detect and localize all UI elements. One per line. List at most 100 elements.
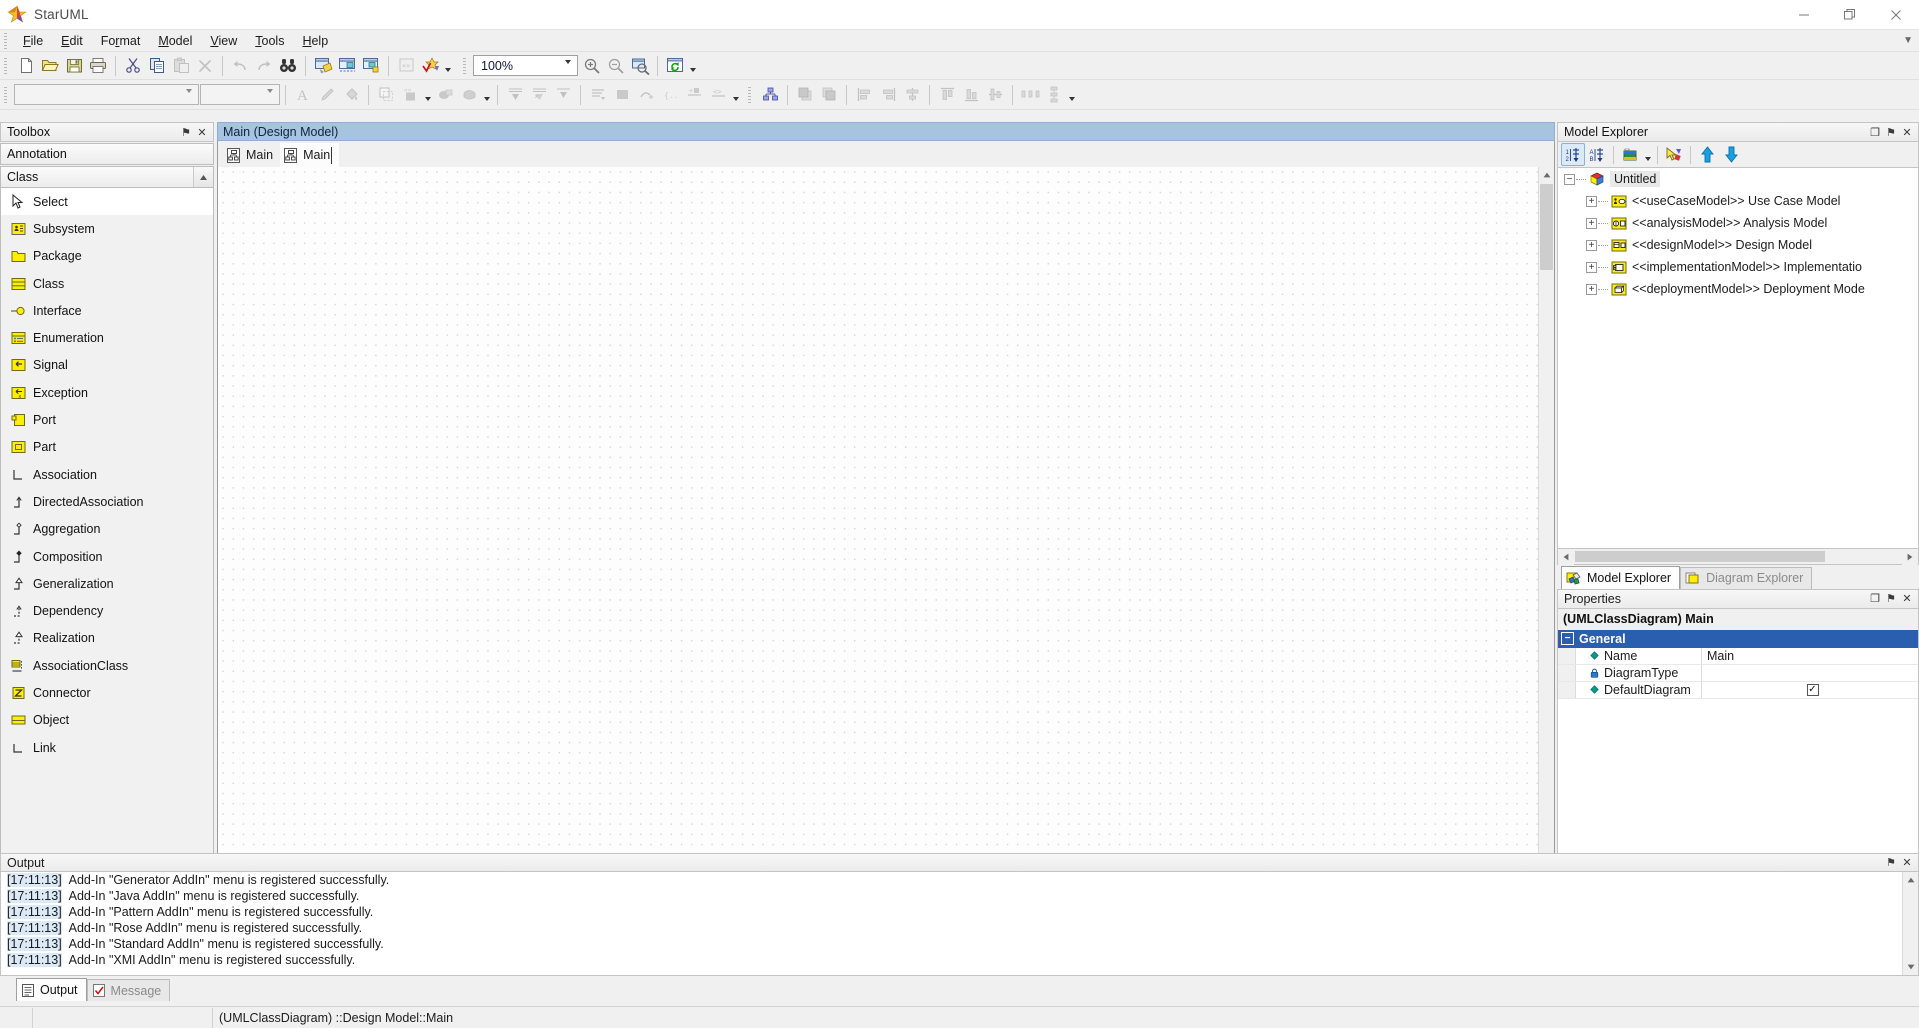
properties-row-defaultdiagram[interactable]: DefaultDiagram ✓	[1558, 682, 1918, 699]
format-dropdown-icon[interactable]	[730, 83, 741, 106]
format-toolbar-gripper[interactable]	[2, 87, 11, 103]
show-signature-icon[interactable]	[634, 83, 658, 106]
maximize-button[interactable]	[1827, 0, 1873, 30]
pin-icon[interactable]: ⚑	[179, 124, 193, 140]
pin-icon[interactable]: ⚑	[1884, 124, 1898, 140]
undo-icon[interactable]	[228, 54, 252, 77]
stereotype-dropdown-icon[interactable]	[422, 83, 433, 106]
font-color-icon[interactable]: A	[291, 83, 315, 106]
menu-edit[interactable]: Edit	[52, 31, 92, 51]
toolbox-item-link[interactable]: Link	[1, 734, 213, 761]
property-value-cell[interactable]	[1701, 665, 1918, 681]
output-log[interactable]: [17:11:13] Add-In "Generator AddIn" menu…	[0, 872, 1919, 976]
zoom-combo[interactable]: 100%	[473, 55, 578, 76]
validate-icon[interactable]	[418, 54, 442, 77]
toolbox-item-select[interactable]: Select	[1, 188, 213, 215]
tab-model-explorer[interactable]: Model Explorer	[1561, 566, 1680, 589]
toolbox-item-connector[interactable]: Connector	[1, 679, 213, 706]
align-top-icon[interactable]	[935, 83, 959, 106]
menu-model[interactable]: Model	[149, 31, 201, 51]
show-compartment-icon[interactable]	[610, 83, 634, 106]
toolbox-item-class[interactable]: Class	[1, 270, 213, 297]
fill-color-icon[interactable]	[339, 83, 363, 106]
diagram-canvas[interactable]	[218, 167, 1538, 954]
toolbox-group-annotation[interactable]: Annotation	[0, 143, 214, 165]
toolbox-item-subsystem[interactable]: Subsystem	[1, 215, 213, 242]
refresh-dropdown-icon[interactable]	[687, 54, 698, 77]
redo-icon[interactable]	[252, 54, 276, 77]
output-vertical-scrollbar[interactable]	[1902, 872, 1918, 975]
bring-to-front-icon[interactable]	[793, 83, 817, 106]
show-namespace-icon[interactable]	[586, 83, 610, 106]
properties-category-general[interactable]: − General	[1558, 630, 1918, 648]
sort-alphabetically-icon[interactable]: AB	[1585, 143, 1609, 166]
scroll-right-icon[interactable]	[1902, 549, 1918, 565]
scroll-left-icon[interactable]	[1558, 549, 1574, 565]
toolbox-item-association[interactable]: Association	[1, 461, 213, 488]
property-value-cell[interactable]: Main	[1701, 648, 1918, 664]
validate-dropdown-icon[interactable]	[442, 54, 453, 77]
restore-icon[interactable]: ❐	[1868, 124, 1882, 140]
chevron-up-icon[interactable]	[193, 167, 213, 187]
line-color-icon[interactable]	[315, 83, 339, 106]
properties-row-diagramtype[interactable]: DiagramType	[1558, 665, 1918, 682]
toolbox-item-composition[interactable]: Composition	[1, 543, 213, 570]
paste-icon[interactable]	[169, 54, 193, 77]
toolbox-item-port[interactable]: Port	[1, 406, 213, 433]
tree-node-design-model[interactable]: + <<designModel>> Design Model	[1558, 234, 1918, 256]
toolbox-item-interface[interactable]: Interface	[1, 297, 213, 324]
chevron-down-icon[interactable]	[186, 93, 192, 107]
open-file-icon[interactable]	[38, 54, 62, 77]
show-visibility-icon[interactable]	[457, 83, 481, 106]
zoom-fit-icon[interactable]	[628, 54, 652, 77]
scroll-up-icon[interactable]	[1903, 872, 1919, 888]
copy-icon[interactable]	[145, 54, 169, 77]
expand-toggle-icon[interactable]: +	[1586, 218, 1597, 229]
toolbox-item-package[interactable]: Package	[1, 243, 213, 270]
suppress-operations-icon[interactable]: x	[527, 83, 551, 106]
space-vertically-icon[interactable]	[1042, 83, 1066, 106]
toolbox-item-part[interactable]: Part	[1, 434, 213, 461]
toolbox-item-directedassociation[interactable]: DirectedAssociation	[1, 488, 213, 515]
collapse-toggle-icon[interactable]: −	[1564, 174, 1575, 185]
toolbox-item-object[interactable]: Object	[1, 707, 213, 734]
close-icon[interactable]: ✕	[1900, 855, 1914, 871]
toolbox-item-signal[interactable]: Signal	[1, 352, 213, 379]
menu-tools[interactable]: Tools	[246, 31, 293, 51]
property-value-cell[interactable]: ✓	[1701, 682, 1918, 698]
cut-icon[interactable]	[121, 54, 145, 77]
find-icon[interactable]	[276, 54, 300, 77]
properties-row-name[interactable]: Name Main	[1558, 648, 1918, 665]
send-to-back-icon[interactable]	[817, 83, 841, 106]
close-icon[interactable]: ✕	[1900, 591, 1914, 607]
close-icon[interactable]: ✕	[1900, 124, 1914, 140]
scroll-up-icon[interactable]	[1539, 167, 1555, 183]
toolbox-item-aggregation[interactable]: Aggregation	[1, 516, 213, 543]
tab-message[interactable]: Message	[87, 979, 171, 1001]
new-file-icon[interactable]	[14, 54, 38, 77]
align-left-icon[interactable]	[852, 83, 876, 106]
chevron-down-icon[interactable]	[267, 93, 273, 107]
vertical-scroll-thumb[interactable]	[1540, 184, 1553, 270]
auto-resize-icon[interactable]: +	[682, 83, 706, 106]
expand-toggle-icon[interactable]: +	[1586, 284, 1597, 295]
toolbox-item-enumeration[interactable]: Enumeration	[1, 324, 213, 351]
visibility-dropdown-icon[interactable]	[481, 83, 492, 106]
menubar-gripper[interactable]	[2, 33, 11, 49]
scroll-down-icon[interactable]	[1903, 959, 1919, 975]
diagram-add-icon[interactable]	[311, 54, 335, 77]
zoom-in-icon[interactable]	[580, 54, 604, 77]
font-size-combo[interactable]	[200, 84, 280, 105]
tree-node-analysis-model[interactable]: + <<analysisModel>> Analysis Model	[1558, 212, 1918, 234]
diagram-lock-icon[interactable]	[359, 54, 383, 77]
tree-node-usecase-model[interactable]: + <<useCaseModel>> Use Case Model	[1558, 190, 1918, 212]
close-icon[interactable]: ✕	[195, 124, 209, 140]
space-horizontally-icon[interactable]	[1018, 83, 1042, 106]
expand-toggle-icon[interactable]: +	[1586, 262, 1597, 273]
sort-by-order-icon[interactable]: 12	[1561, 143, 1585, 166]
delete-icon[interactable]	[193, 54, 217, 77]
pin-icon[interactable]: ⚑	[1884, 591, 1898, 607]
move-up-icon[interactable]	[1695, 143, 1719, 166]
diagram-tab-main-1[interactable]: Main	[223, 143, 280, 167]
move-down-icon[interactable]	[1719, 143, 1743, 166]
